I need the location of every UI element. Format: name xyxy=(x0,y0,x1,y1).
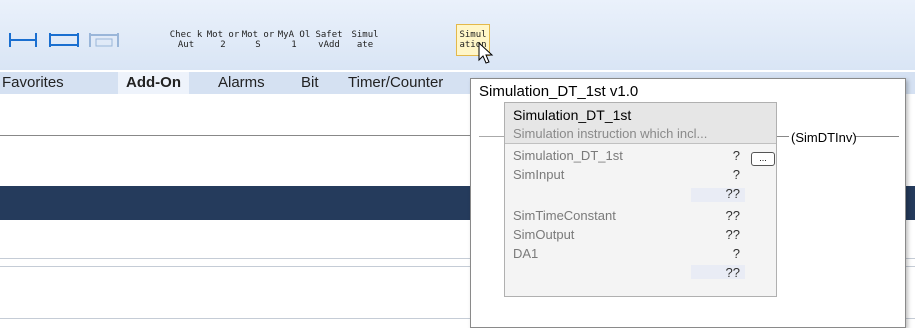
param-label-da1: DA1 xyxy=(513,246,539,261)
tab-alarms[interactable]: Alarms xyxy=(218,72,265,94)
tab-timer-counter[interactable]: Timer/Counter xyxy=(348,72,443,94)
param-label-instance: Simulation_DT_1st xyxy=(513,148,623,163)
coil-tag: SimDTInv xyxy=(795,130,853,145)
toolbar-button-simulate[interactable]: Simul ate xyxy=(348,24,382,56)
instruction-tooltip-popup: Simulation_DT_1st v1.0 Simulation_DT_1st… xyxy=(470,78,906,328)
popup-title: Simulation_DT_1st v1.0 xyxy=(479,83,639,100)
toolbar: Chec kAut Mot or 2 Mot or S MyA Ol1 Safe… xyxy=(0,0,915,70)
param-value-da1-value: ?? xyxy=(725,265,740,280)
param-value-simtimeconstant[interactable]: ?? xyxy=(726,208,740,223)
instruction-header: Simulation_DT_1st Simulation instruction… xyxy=(505,103,776,144)
toolbar-button-checkaut[interactable]: Chec kAut xyxy=(169,24,203,56)
instruction-name: Simulation_DT_1st xyxy=(513,107,632,123)
branch-icon[interactable] xyxy=(48,30,80,50)
param-label-siminput: SimInput xyxy=(513,167,565,182)
tab-favorites[interactable]: Favorites xyxy=(2,72,64,94)
output-coil[interactable]: (SimDTInv) xyxy=(791,130,857,145)
rung-line xyxy=(777,136,789,137)
toolbar-button-myaoi1[interactable]: MyA Ol1 xyxy=(277,24,311,56)
rung-line xyxy=(855,136,899,137)
tab-add-on[interactable]: Add-On xyxy=(118,72,189,94)
branch-level-icon[interactable] xyxy=(88,30,120,50)
param-value-simoutput[interactable]: ?? xyxy=(726,227,740,242)
instruction-description: Simulation instruction which incl... xyxy=(513,126,708,141)
rung-line xyxy=(479,136,504,137)
toolbar-button-motor2[interactable]: Mot or 2 xyxy=(206,24,240,56)
param-value-siminput[interactable]: ? xyxy=(733,167,740,182)
coil-right-paren-icon: ) xyxy=(852,130,857,145)
param-value-da1[interactable]: ? xyxy=(733,246,740,261)
param-value-siminput-value: ?? xyxy=(725,186,740,201)
toolbar-button-motors[interactable]: Mot or S xyxy=(241,24,275,56)
rung-line xyxy=(0,135,470,136)
param-label-simtimeconstant: SimTimeConstant xyxy=(513,208,616,223)
mouse-cursor-icon xyxy=(478,41,496,71)
aoi-instruction-block[interactable]: Simulation_DT_1st Simulation instruction… xyxy=(504,102,777,297)
tab-bit[interactable]: Bit xyxy=(301,72,319,94)
param-value-instance[interactable]: ? xyxy=(733,148,740,163)
param-label-simoutput: SimOutput xyxy=(513,227,575,242)
toolbar-button-safetyadd[interactable]: Safet vAdd xyxy=(312,24,346,56)
browse-button[interactable]: ... xyxy=(751,152,775,166)
rung-icon[interactable] xyxy=(8,30,38,50)
